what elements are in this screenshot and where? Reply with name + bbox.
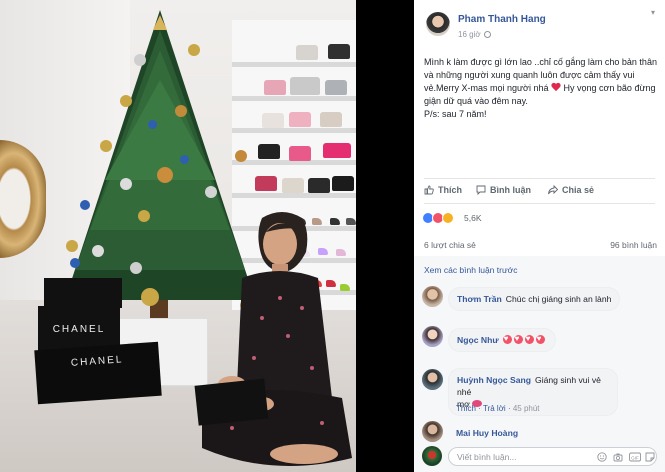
- handbag: [320, 112, 342, 127]
- comment-time[interactable]: 45 phút: [513, 404, 540, 413]
- chevron-down-icon[interactable]: ▾: [651, 8, 659, 17]
- heart-emoji-icon: [502, 333, 512, 345]
- handbag: [325, 80, 347, 95]
- handbag: [264, 80, 286, 95]
- my-avatar: [422, 446, 442, 466]
- post-time[interactable]: 16 giờ: [458, 30, 481, 39]
- screenshot-frame: CHANEL CHANEL Pham Thanh Hang 16 giờ ▾ M…: [0, 0, 665, 472]
- comment-reply-link[interactable]: Trả lời: [483, 404, 506, 413]
- gold-ornament: [141, 288, 159, 306]
- gold-ornament: [66, 240, 78, 252]
- gold-ornament: [100, 140, 112, 152]
- handbag: [296, 45, 318, 60]
- comment-text: Chúc chị giáng sinh an lành: [505, 294, 612, 304]
- blue-ornament: [80, 200, 90, 210]
- comment-actions: Thích · Trả lời · 45 phút: [456, 404, 540, 413]
- black-box: [44, 278, 122, 308]
- comment-label: Bình luận: [490, 185, 531, 195]
- emoji-icon[interactable]: [597, 452, 607, 462]
- gold-ornament: [235, 150, 247, 162]
- heart-emoji-icon: [535, 333, 545, 345]
- view-previous-comments-link[interactable]: Xem các bình luận trước: [424, 265, 517, 275]
- commenter-name[interactable]: Ngọc Như: [457, 335, 499, 345]
- handbag: [328, 44, 350, 59]
- post-photo[interactable]: CHANEL CHANEL: [0, 0, 356, 472]
- commenter-avatar[interactable]: [422, 286, 443, 307]
- share-button[interactable]: Chia sẻ: [548, 185, 594, 195]
- wow-reaction-icon: [442, 212, 454, 224]
- author-name[interactable]: Pham Thanh Hang: [458, 14, 546, 25]
- handbag: [290, 77, 320, 95]
- gold-ornament: [138, 210, 150, 222]
- post-text-line: P/s: sau 7 năm!: [424, 109, 487, 119]
- comment-like-link[interactable]: Thích: [456, 404, 476, 413]
- handbag: [332, 176, 354, 191]
- commenter-avatar[interactable]: [422, 369, 443, 390]
- post-actions: Thích Bình luận Chia sẻ: [414, 182, 665, 202]
- commenter-name[interactable]: Thơm Trần: [457, 294, 502, 304]
- post-header: Pham Thanh Hang 16 giờ ▾: [414, 0, 665, 46]
- blue-ornament: [70, 258, 80, 268]
- commenter-name[interactable]: Mai Huy Hoàng: [456, 428, 518, 438]
- like-label: Thích: [438, 185, 462, 195]
- write-comment-box[interactable]: GIF: [448, 447, 657, 466]
- blue-ornament: [148, 120, 157, 129]
- silver-ornament: [205, 186, 217, 198]
- chanel-label: CHANEL: [52, 324, 106, 335]
- svg-text:GIF: GIF: [631, 455, 639, 460]
- commenter-avatar[interactable]: [422, 421, 443, 442]
- comment-bubble: Ngọc Như: [448, 328, 556, 352]
- post-body: Mình k làm được gì lớn lao ..chỉ cố gắng…: [424, 56, 660, 121]
- post-meta: 16 giờ: [458, 30, 491, 39]
- silver-ornament: [120, 178, 132, 190]
- gold-ornament: [157, 167, 173, 183]
- handbag: [308, 178, 330, 193]
- handbag: [289, 146, 311, 161]
- heart-emoji-icon: [524, 333, 534, 345]
- commenter-avatar[interactable]: [422, 326, 443, 347]
- commenter-name[interactable]: Huỳnh Ngọc Sang: [457, 375, 531, 385]
- share-icon: [548, 185, 558, 195]
- thumbs-up-icon: [424, 185, 434, 195]
- comment-button[interactable]: Bình luận: [476, 185, 531, 195]
- gold-ornament: [120, 95, 132, 107]
- gif-icon[interactable]: GIF: [629, 452, 641, 462]
- author-avatar[interactable]: [426, 12, 450, 36]
- handbag: [289, 112, 311, 127]
- comment-input[interactable]: [457, 450, 577, 463]
- silver-ornament: [134, 54, 146, 66]
- like-button[interactable]: Thích: [424, 185, 462, 195]
- gold-ornament: [175, 105, 187, 117]
- reaction-count[interactable]: 5,6K: [464, 213, 482, 223]
- comment-count[interactable]: 96 bình luận: [610, 240, 657, 250]
- silver-ornament: [130, 262, 142, 274]
- woman: [194, 212, 352, 466]
- chanel-label: CHANEL: [70, 354, 124, 369]
- heart-emoji-icon: [513, 333, 523, 345]
- handbag: [262, 113, 284, 128]
- camera-icon[interactable]: [613, 452, 623, 462]
- chanel-box-front: CHANEL: [34, 341, 162, 405]
- globe-icon: [483, 31, 491, 38]
- facebook-post: Pham Thanh Hang 16 giờ ▾ Mình k làm được…: [414, 0, 665, 472]
- gold-ornament: [188, 44, 200, 56]
- share-label: Chia sẻ: [562, 185, 595, 195]
- share-count[interactable]: 6 lượt chia sẻ: [424, 240, 476, 250]
- comment-icon: [476, 185, 486, 195]
- comment-bubble: Thơm Trần Chúc chị giáng sinh an lành: [448, 287, 621, 311]
- blue-ornament: [180, 155, 189, 164]
- silver-ornament: [92, 245, 104, 257]
- heart-emoji-icon: [551, 83, 561, 92]
- handbag: [282, 178, 304, 193]
- divider: [424, 203, 655, 204]
- divider: [424, 178, 655, 179]
- sticker-icon[interactable]: [645, 452, 655, 462]
- handbag: [323, 143, 351, 158]
